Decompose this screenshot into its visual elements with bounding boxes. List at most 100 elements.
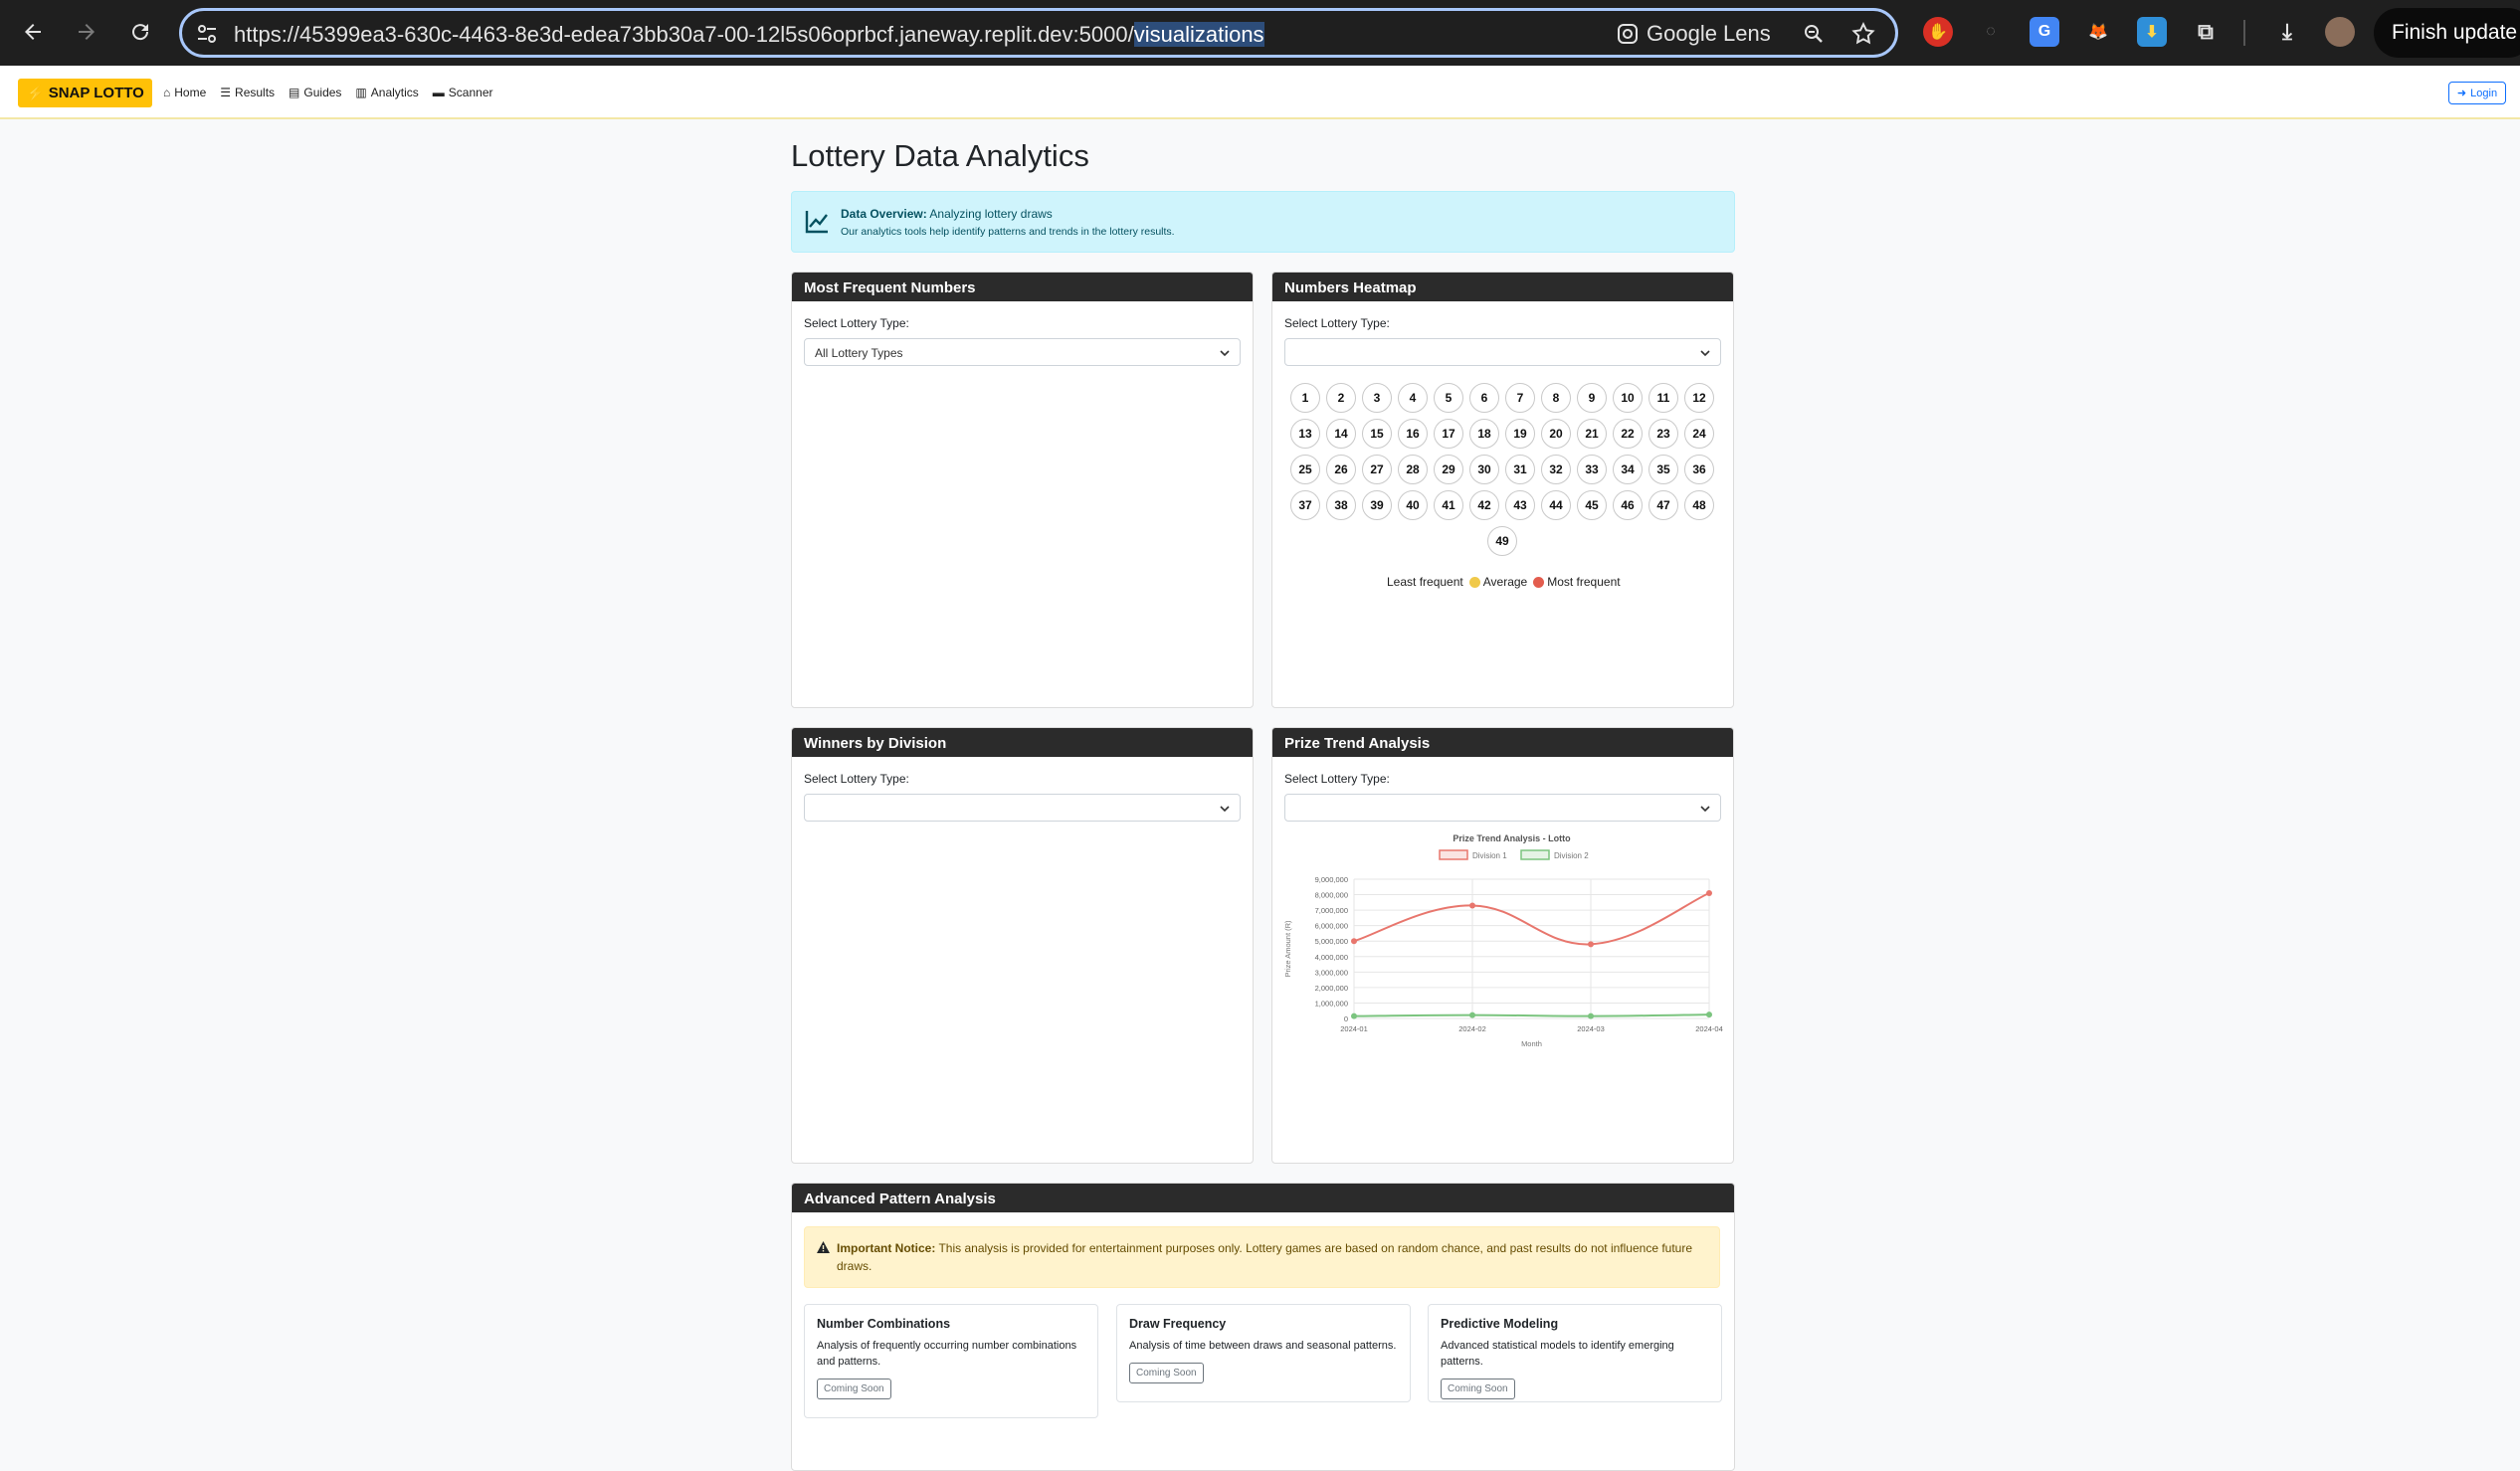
back-icon[interactable] (16, 15, 50, 49)
x-tick-label: 2024-03 (1577, 1024, 1605, 1033)
advanced-header: Advanced Pattern Analysis (792, 1184, 1734, 1212)
extensions-puzzle-icon[interactable]: ⧉ (2191, 17, 2221, 47)
legend-least: Least frequent (1387, 575, 1463, 589)
nav-analytics[interactable]: ▥ Analytics (355, 86, 418, 99)
x-tick-label: 2024-01 (1340, 1024, 1368, 1033)
chevron-down-icon (1699, 803, 1711, 818)
y-tick-label: 5,000,000 (1315, 937, 1348, 946)
nav-links: ⌂ Home ☰ Results ▤ Guides ▥ Analytics ▬ Scann… (163, 86, 493, 99)
login-label: Login (2470, 87, 2498, 99)
chevron-down-icon (1219, 803, 1231, 818)
download-extension-icon[interactable]: ⬇ (2137, 17, 2167, 47)
heatmap-header: Numbers Heatmap (1272, 273, 1733, 301)
number-ball-20: 20 (1541, 419, 1571, 449)
data-point-1-1 (1469, 1011, 1475, 1018)
list-icon: ☰ (220, 86, 232, 99)
draw-frequency-card: Draw Frequency Analysis of time between … (1116, 1304, 1411, 1402)
google-lens-button[interactable]: Google Lens (1617, 19, 1771, 49)
data-point-1-2 (1588, 1012, 1594, 1019)
url-main: https://45399ea3-630c-4463-8e3d-edea73bb… (234, 22, 1134, 47)
number-combinations-card: Number Combinations Analysis of frequent… (804, 1304, 1098, 1418)
number-ball-26: 26 (1326, 455, 1356, 484)
login-icon: ➜ (2456, 88, 2467, 99)
fox-extension-icon[interactable]: 🦊 (2083, 17, 2113, 47)
finish-update-button[interactable]: Finish update (2374, 8, 2520, 58)
number-ball-27: 27 (1362, 455, 1392, 484)
browser-toolbar: https://45399ea3-630c-4463-8e3d-edea73bb… (0, 0, 2520, 66)
y-tick-label: 9,000,000 (1315, 875, 1348, 884)
legend-label-0: Division 1 (1472, 851, 1507, 860)
number-ball-46: 46 (1613, 490, 1643, 520)
extension-red-icon[interactable]: ✋ (1923, 17, 1953, 47)
app-navbar: ⚡ SNAP LOTTO ⌂ Home ☰ Results ▤ Guides ▥ Ana… (0, 66, 2520, 119)
heatmap-lottery-select[interactable] (1284, 338, 1721, 366)
data-point-0-1 (1469, 902, 1475, 909)
most-frequent-lottery-select[interactable]: All Lottery Types (804, 338, 1241, 366)
brand-name: SNAP LOTTO (48, 85, 144, 101)
scanner-icon: ▬ (432, 86, 445, 99)
number-ball-11: 11 (1648, 383, 1678, 413)
number-ball-3: 3 (1362, 383, 1392, 413)
most-frequent-select-label: Select Lottery Type: (804, 316, 909, 330)
address-bar[interactable]: https://45399ea3-630c-4463-8e3d-edea73bb… (179, 8, 1898, 58)
lens-icon (1618, 24, 1638, 44)
forward-icon[interactable] (70, 15, 103, 49)
legend-swatch-0 (1439, 849, 1468, 860)
coming-soon-button[interactable]: Coming Soon (1129, 1363, 1204, 1383)
nav-home[interactable]: ⌂ Home (163, 86, 206, 99)
predictive-modeling-text: Advanced statistical models to identify … (1441, 1340, 1674, 1368)
advanced-analysis-card: Advanced Pattern Analysis Important Noti… (791, 1183, 1735, 1471)
number-ball-28: 28 (1398, 455, 1428, 484)
y-tick-label: 4,000,000 (1315, 953, 1348, 962)
brand-logo[interactable]: ⚡ SNAP LOTTO (18, 79, 152, 107)
chevron-down-icon (1699, 347, 1711, 362)
avatar[interactable] (2325, 17, 2355, 47)
nav-results-label: Results (235, 86, 276, 99)
number-ball-35: 35 (1648, 455, 1678, 484)
overview-sub: Our analytics tools help identify patter… (841, 226, 1175, 238)
bolt-icon: ⚡ (26, 85, 45, 102)
data-point-1-0 (1351, 1012, 1357, 1019)
login-button[interactable]: ➜ Login (2448, 82, 2506, 104)
prize-trend-lottery-select[interactable] (1284, 794, 1721, 822)
url-selected: visualizations (1133, 22, 1264, 47)
coming-soon-button[interactable]: Coming Soon (817, 1379, 891, 1399)
winners-lottery-select[interactable] (804, 794, 1241, 822)
downloads-icon[interactable]: ⤓ (2272, 17, 2302, 47)
chevron-down-icon (1219, 347, 1231, 362)
coming-soon-button[interactable]: Coming Soon (1441, 1379, 1515, 1399)
extension-loading-icon[interactable]: ◌ (1976, 17, 2006, 47)
number-ball-22: 22 (1613, 419, 1643, 449)
number-ball-25: 25 (1290, 455, 1320, 484)
nav-guides[interactable]: ▤ Guides (289, 86, 341, 99)
y-tick-label: 8,000,000 (1315, 891, 1348, 900)
number-ball-31: 31 (1505, 455, 1535, 484)
nav-scanner[interactable]: ▬ Scanner (433, 86, 493, 99)
number-ball-9: 9 (1577, 383, 1607, 413)
nav-results[interactable]: ☰ Results (220, 86, 275, 99)
url-text[interactable]: https://45399ea3-630c-4463-8e3d-edea73bb… (234, 22, 1264, 48)
number-ball-24: 24 (1684, 419, 1714, 449)
zoom-icon[interactable] (1802, 22, 1826, 51)
overview-text: Analyzing lottery draws (929, 207, 1053, 221)
number-ball-34: 34 (1613, 455, 1643, 484)
google-translate-icon[interactable]: G (2030, 17, 2059, 47)
y-axis-label: Prize Amount (R) (1283, 920, 1292, 978)
y-tick-label: 3,000,000 (1315, 968, 1348, 977)
number-ball-6: 6 (1469, 383, 1499, 413)
most-frequent-card: Most Frequent Numbers Select Lottery Typ… (791, 272, 1254, 708)
y-tick-label: 6,000,000 (1315, 922, 1348, 931)
number-ball-33: 33 (1577, 455, 1607, 484)
nav-home-label: Home (174, 86, 207, 99)
notice-label: Important Notice: (837, 1241, 936, 1255)
reload-icon[interactable] (123, 15, 157, 49)
series-line-1 (1353, 1013, 1710, 1017)
number-ball-32: 32 (1541, 455, 1571, 484)
site-settings-icon[interactable] (196, 23, 218, 50)
number-ball-15: 15 (1362, 419, 1392, 449)
data-point-0-2 (1588, 941, 1594, 948)
book-icon: ▤ (289, 86, 300, 99)
x-axis-label: Month (1521, 1039, 1542, 1048)
bookmark-star-icon[interactable] (1850, 21, 1876, 52)
number-ball-49: 49 (1487, 526, 1517, 556)
